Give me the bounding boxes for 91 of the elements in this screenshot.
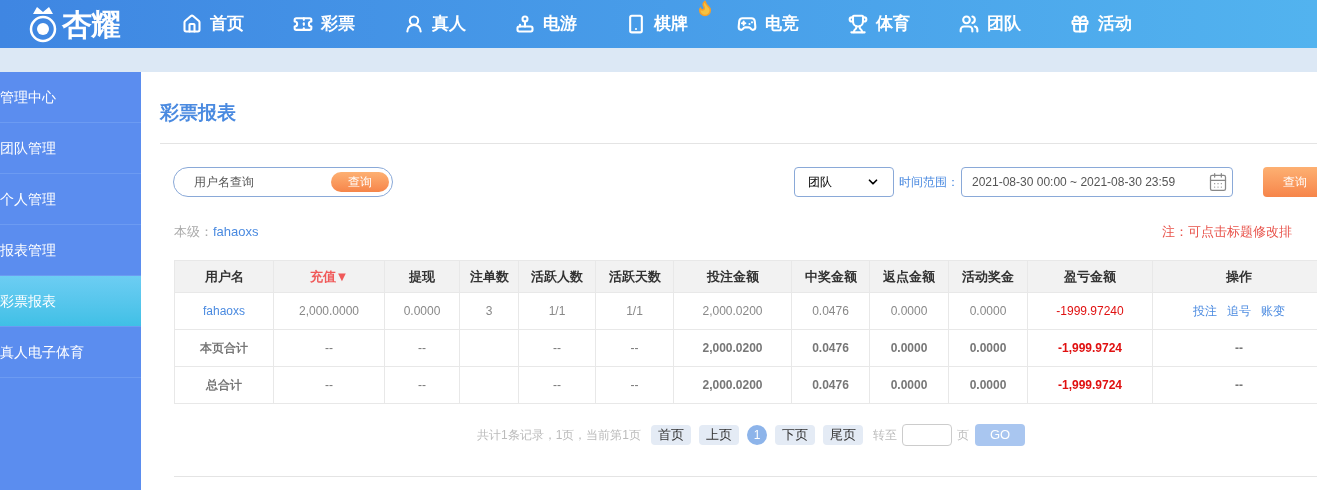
date-range-field[interactable]: 2021-08-30 00:00 ~ 2021-08-30 23:59 <box>961 167 1233 197</box>
table-cell: 0.0476 <box>812 304 849 318</box>
column-header[interactable]: 返点金额 <box>869 260 949 293</box>
action-link[interactable]: 投注 <box>1193 302 1217 320</box>
scope-select[interactable]: 团队 <box>794 167 894 197</box>
table-cell: -- <box>325 378 333 392</box>
nav-item[interactable]: 真人 <box>404 11 466 37</box>
table-cell: -- <box>630 378 639 392</box>
table-cell: -- <box>1235 341 1243 355</box>
page-button[interactable]: 上页 <box>699 425 740 445</box>
column-header[interactable]: 盈亏金额 <box>1027 260 1153 293</box>
level-username[interactable]: fahaoxs <box>213 222 259 242</box>
column-header[interactable]: 活动奖金 <box>948 260 1028 293</box>
page-title: 彩票报表 <box>160 101 236 125</box>
page-input[interactable] <box>902 424 953 446</box>
table-cell: 0.0000 <box>969 304 1007 318</box>
table-cell: -- <box>630 341 639 355</box>
column-header[interactable]: 提现 <box>384 260 460 293</box>
table-cell: -- <box>325 341 333 355</box>
table-cell: 0.0000 <box>890 341 928 355</box>
column-header[interactable]: 投注金额 <box>673 260 792 293</box>
logo[interactable]: 杏耀 <box>62 1 121 47</box>
table-cell: -1999.97240 <box>1056 304 1124 318</box>
joystick-icon <box>515 14 535 34</box>
query-button[interactable]: 查询 <box>1263 167 1317 197</box>
column-header[interactable]: 充值▼ <box>273 260 385 293</box>
table-cell: -- <box>553 341 561 355</box>
nav-item[interactable]: 电竞 <box>737 11 799 37</box>
table-cell: 0.0000 <box>969 378 1007 392</box>
level-label: 本级： <box>174 223 213 242</box>
page-button[interactable]: 下页 <box>775 425 816 445</box>
gift-icon <box>1070 14 1090 34</box>
nav-item[interactable]: 彩票 <box>293 11 355 37</box>
nav-item[interactable]: 活动 <box>1070 11 1132 37</box>
column-header[interactable]: 操作 <box>1152 260 1317 293</box>
ticket-icon <box>293 14 313 34</box>
table-cell: 2,000.0200 <box>702 378 763 392</box>
column-header[interactable]: 活跃人数 <box>518 260 596 293</box>
table-cell: 本页合计 <box>200 341 248 355</box>
sidebar-item[interactable]: 真人电子体育 <box>0 327 141 378</box>
table-cell: -- <box>1235 378 1243 392</box>
column-header[interactable]: 注单数 <box>459 260 519 293</box>
page-number[interactable]: 1 <box>747 425 768 445</box>
search-button[interactable]: 查询 <box>331 172 389 192</box>
nav-item[interactable]: 棋牌 <box>626 11 688 37</box>
table-cell: -- <box>418 378 426 392</box>
table-cell: -- <box>418 341 426 355</box>
page-unit: 页 <box>957 427 970 444</box>
table-cell: 2,000.0000 <box>298 304 360 318</box>
action-link[interactable]: 追号 <box>1227 302 1251 320</box>
column-header[interactable]: 用户名 <box>174 260 274 293</box>
page-button[interactable]: 首页 <box>651 425 692 445</box>
sidebar-item[interactable]: 个人管理 <box>0 174 141 225</box>
table-cell: 2,000.0200 <box>702 304 763 318</box>
trophy-icon <box>848 14 868 34</box>
nav-item[interactable]: 首页 <box>182 11 244 37</box>
table-cell: 3 <box>485 304 493 318</box>
nav-item[interactable]: 电游 <box>515 11 577 37</box>
sidebar-item[interactable]: 彩票报表 <box>0 276 141 327</box>
nav-item[interactable]: 团队 <box>959 11 1021 37</box>
table-cell: 2,000.0200 <box>702 341 763 355</box>
table-cell: 0.0000 <box>890 304 928 318</box>
table-cell: 0.0000 <box>890 378 928 392</box>
table-cell: -- <box>553 378 561 392</box>
table-cell: 1/1 <box>548 304 566 318</box>
column-header[interactable]: 中奖金额 <box>791 260 870 293</box>
sidebar-item[interactable]: 团队管理 <box>0 123 141 174</box>
users-icon <box>959 14 979 34</box>
goto-label: 转至 <box>873 427 898 444</box>
sort-note: 注：可点击标题修改排 <box>1161 223 1292 242</box>
table-cell: 0.0476 <box>812 378 849 392</box>
table-cell: 0.0476 <box>812 341 849 355</box>
time-range-label: 时间范围： <box>899 174 959 191</box>
page-button[interactable]: 尾页 <box>823 425 864 445</box>
person-icon <box>404 14 424 34</box>
crown-emblem-icon <box>28 4 58 44</box>
sidebar-item[interactable]: 管理中心 <box>0 72 141 123</box>
table-cell: 总合计 <box>206 378 242 392</box>
gamepad-icon <box>737 14 757 34</box>
table-cell: 0.0000 <box>403 304 441 318</box>
username-link[interactable]: fahaoxs <box>203 304 245 318</box>
home-icon <box>182 14 202 34</box>
nav-item[interactable]: 体育 <box>848 11 910 37</box>
table-cell: 1/1 <box>626 304 643 318</box>
calendar-icon <box>1208 172 1228 192</box>
column-header[interactable]: 活跃天数 <box>595 260 674 293</box>
pagination-summary: 共计1条记录，1页，当前第1页 <box>477 427 642 444</box>
table-cell: 0.0000 <box>969 341 1007 355</box>
table-cell: -1,999.9724 <box>1057 378 1123 392</box>
table-cell: -1,999.9724 <box>1057 341 1123 355</box>
action-link[interactable]: 账变 <box>1261 302 1285 320</box>
